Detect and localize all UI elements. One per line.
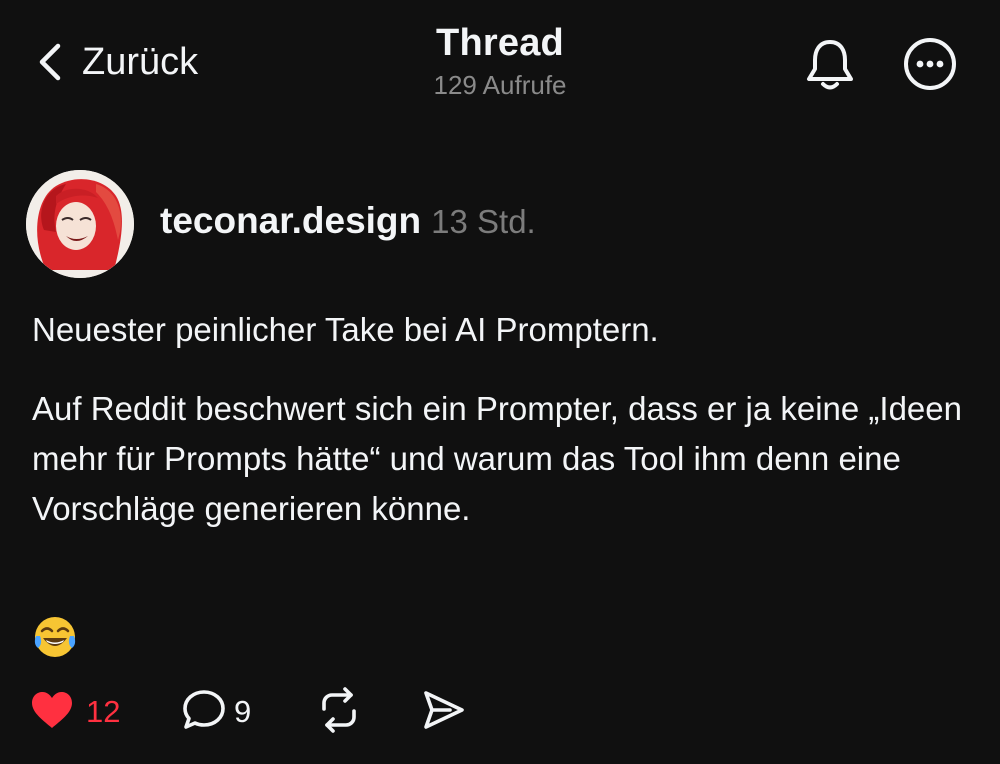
like-button[interactable]: 12 xyxy=(30,686,120,738)
post-timestamp: 13 Std. xyxy=(431,203,536,240)
heart-icon xyxy=(30,690,74,735)
more-icon xyxy=(900,38,960,98)
more-options-button[interactable] xyxy=(900,34,960,99)
avatar[interactable] xyxy=(26,170,134,278)
like-count: 12 xyxy=(86,694,121,729)
username-link[interactable]: teconar.design xyxy=(160,200,421,242)
post-author-row: teconar.design 13 Std. xyxy=(160,200,536,250)
top-navigation-bar: Zurück Thread 129 Aufrufe xyxy=(0,0,1000,120)
comment-icon xyxy=(180,687,228,738)
notifications-button[interactable] xyxy=(800,34,860,99)
reply-button[interactable]: 9 xyxy=(180,686,251,738)
share-icon xyxy=(420,687,468,738)
post-action-bar: 12 9 xyxy=(30,686,630,738)
post-text-paragraph-1: Neuester peinlicher Take bei AI Prompter… xyxy=(32,311,659,348)
repost-icon xyxy=(316,686,362,738)
repost-button[interactable] xyxy=(316,686,362,738)
share-button[interactable] xyxy=(420,686,468,738)
post-text-paragraph-2: Auf Reddit beschwert sich ein Prompter, … xyxy=(32,390,962,527)
laughing-emoji-icon xyxy=(32,614,78,660)
bell-icon xyxy=(800,40,860,98)
reply-count: 9 xyxy=(234,694,252,729)
